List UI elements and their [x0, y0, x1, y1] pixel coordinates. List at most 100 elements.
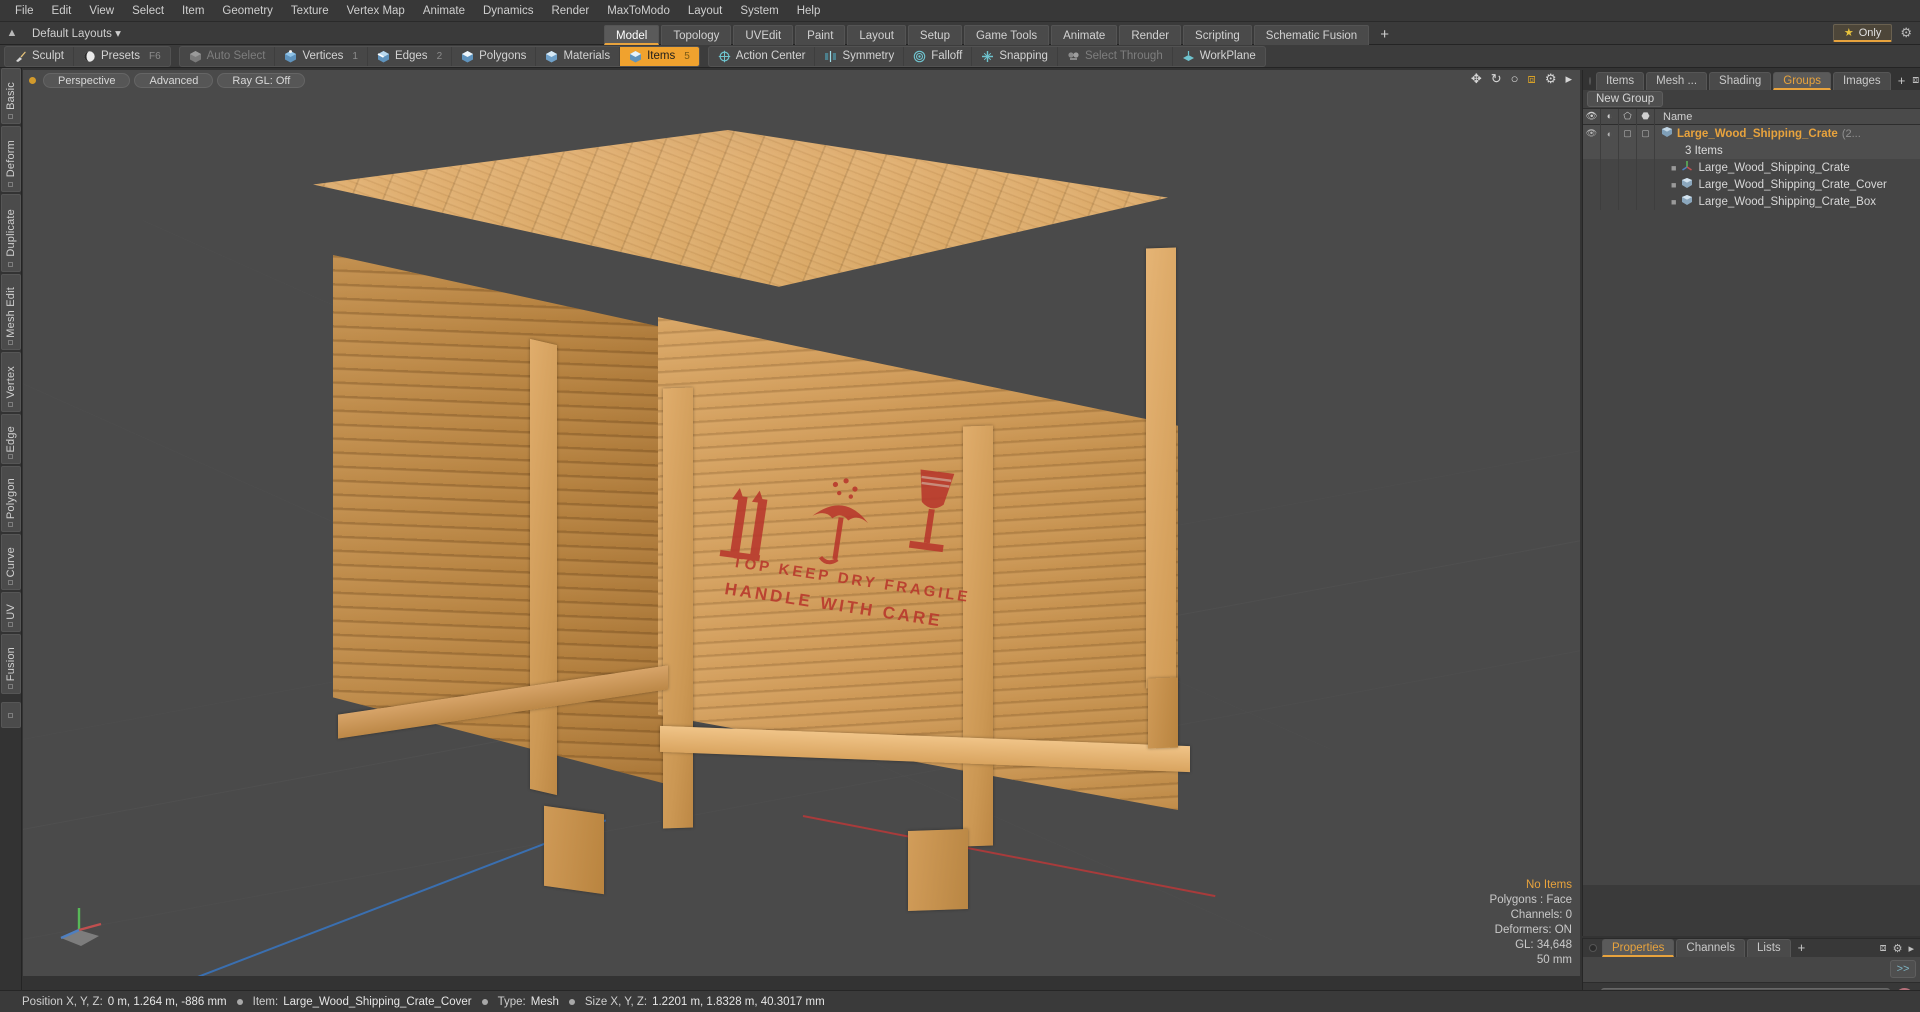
menu-item-edit[interactable]: Edit [43, 3, 81, 19]
group-row-name[interactable]: Large_Wood_Shipping_Crate (2... [1655, 126, 1861, 141]
menu-item-item[interactable]: Item [173, 3, 213, 19]
left-tab-curve[interactable]: Curve [1, 534, 21, 590]
expand-panel-icon[interactable]: ⧈ [1912, 74, 1919, 87]
menu-item-render[interactable]: Render [542, 3, 598, 19]
column-wire-icon[interactable]: ⬠ [1619, 108, 1637, 125]
axis-gizmo-icon[interactable] [53, 894, 113, 954]
materials-button[interactable]: Materials [536, 46, 621, 66]
panel-tab-items[interactable]: Items [1596, 72, 1645, 90]
menu-item-texture[interactable]: Texture [282, 3, 338, 19]
tab-layout[interactable]: Layout [847, 25, 906, 45]
panel-tab-mesh[interactable]: Mesh ... [1646, 72, 1708, 90]
edges-button[interactable]: Edges 2 [368, 46, 453, 66]
panel-tab-images[interactable]: Images [1832, 72, 1891, 90]
tab-paint[interactable]: Paint [795, 25, 846, 45]
left-tab-deform[interactable]: Deform [1, 126, 21, 192]
menu-item-file[interactable]: File [6, 3, 43, 19]
list-item[interactable]: ■ Large_Wood_Shipping_Crate_Box [1583, 193, 1920, 210]
menu-item-animate[interactable]: Animate [414, 3, 474, 19]
tab-uvedit[interactable]: UVEdit [733, 25, 794, 45]
polygons-button[interactable]: Polygons [452, 46, 537, 66]
tab-render[interactable]: Render [1119, 25, 1182, 45]
expand-panel-icon[interactable]: ⧈ [1880, 942, 1887, 955]
column-eye-icon[interactable]: 👁 [1583, 108, 1601, 125]
properties-add-tab-button[interactable]: + [1793, 939, 1811, 957]
add-tab-button[interactable]: + [1371, 25, 1398, 45]
list-item[interactable]: ■ Large_Wood_Shipping_Crate_Cover [1583, 176, 1920, 193]
fit-icon[interactable]: ⧈ [1528, 72, 1536, 85]
list-item[interactable]: ■ Large_Wood_Shipping_Crate [1583, 159, 1920, 176]
left-tab-mesh-edit[interactable]: Mesh Edit [1, 274, 21, 350]
group-tree[interactable]: 👁 ◐ ▢ ▢ Large_Wood_Shipping_Crate (2... … [1583, 125, 1920, 885]
viewport-raygl-toggle[interactable]: Ray GL: Off [217, 72, 306, 88]
select-through-button[interactable]: Select Through [1058, 46, 1173, 66]
menu-item-maxtomodo[interactable]: MaxToModo [598, 3, 679, 19]
table-row[interactable]: 👁 ◐ ▢ ▢ Large_Wood_Shipping_Crate (2... [1583, 125, 1920, 142]
only-button[interactable]: ★ Only [1832, 24, 1893, 42]
tab-topology[interactable]: Topology [661, 25, 732, 45]
default-layouts-dropdown[interactable]: Default Layouts ▾ [24, 26, 129, 40]
wood-shipping-crate-model[interactable]: TOP KEEP DRY FRAGILE HANDLE WITH CARE [308, 130, 1308, 912]
menu-item-layout[interactable]: Layout [679, 3, 732, 19]
new-group-button[interactable]: New Group [1587, 91, 1664, 107]
gear-icon[interactable]: ⚙ [1896, 25, 1916, 41]
chevron-right-icon[interactable]: ▸ [1908, 942, 1914, 955]
chevron-right-icon[interactable]: ▸ [1565, 72, 1572, 85]
menu-item-view[interactable]: View [80, 3, 123, 19]
tab-animate[interactable]: Animate [1051, 25, 1118, 45]
menu-item-help[interactable]: Help [788, 3, 830, 19]
panel-add-tab-button[interactable]: + [1893, 72, 1911, 90]
menu-item-dynamics[interactable]: Dynamics [474, 3, 542, 19]
left-tab-duplicate[interactable]: Duplicate [1, 194, 21, 272]
symmetry-button[interactable]: Symmetry [815, 46, 905, 66]
snapping-button[interactable]: Snapping [972, 46, 1058, 66]
panel-menu-dot-icon[interactable] [1589, 77, 1591, 85]
viewport-menu-dot-icon[interactable] [29, 76, 36, 84]
left-tab-basic[interactable]: Basic [1, 68, 21, 124]
menu-item-geometry[interactable]: Geometry [213, 3, 282, 19]
tab-lists[interactable]: Lists [1747, 939, 1791, 957]
items-button[interactable]: Items 5 [620, 46, 699, 66]
row-render-icon[interactable]: ◐ [1601, 125, 1619, 142]
auto-select-button[interactable]: Auto Select [180, 46, 276, 66]
tab-channels[interactable]: Channels [1676, 939, 1746, 957]
row-shade-icon[interactable]: ▢ [1637, 125, 1655, 142]
tab-game-tools[interactable]: Game Tools [963, 25, 1050, 45]
presets-button[interactable]: Presets F6 [74, 47, 170, 66]
row-wire-icon[interactable]: ▢ [1619, 125, 1637, 142]
left-tab-edge[interactable]: Edge [1, 414, 21, 464]
left-tab-more[interactable] [1, 702, 21, 728]
gear-icon[interactable]: ⚙ [1545, 72, 1557, 85]
action-center-button[interactable]: Action Center [709, 46, 816, 66]
tab-setup[interactable]: Setup [907, 25, 962, 45]
falloff-button[interactable]: Falloff [904, 46, 973, 66]
left-tab-fusion[interactable]: Fusion [1, 634, 21, 694]
menu-item-select[interactable]: Select [123, 3, 173, 19]
left-tab-polygon[interactable]: Polygon [1, 466, 21, 532]
pan-icon[interactable]: ✥ [1471, 72, 1482, 85]
left-tab-vertex[interactable]: Vertex [1, 352, 21, 412]
sculpt-button[interactable]: Sculpt [5, 46, 74, 66]
column-render-icon[interactable]: ◐ [1601, 108, 1619, 125]
tab-properties[interactable]: Properties [1602, 939, 1675, 957]
viewport-shading-mode[interactable]: Advanced [134, 72, 214, 88]
properties-menu-dot-icon[interactable] [1589, 944, 1597, 952]
panel-tab-groups[interactable]: Groups [1773, 72, 1831, 90]
panel-tab-shading[interactable]: Shading [1709, 72, 1772, 90]
properties-expand-button[interactable]: >> [1890, 960, 1916, 978]
gear-icon[interactable]: ⚙ [1893, 942, 1903, 955]
workplane-button[interactable]: WorkPlane [1173, 47, 1265, 66]
column-shade-icon[interactable]: ⬣ [1637, 108, 1655, 125]
menu-item-system[interactable]: System [731, 3, 787, 19]
viewport-view-mode[interactable]: Perspective [43, 72, 131, 88]
rotate-icon[interactable]: ↻ [1491, 72, 1502, 85]
vertices-button[interactable]: Vertices 1 [275, 46, 368, 66]
row-eye-icon[interactable]: 👁 [1583, 125, 1601, 142]
tab-model[interactable]: Model [604, 25, 660, 45]
tab-schematic-fusion[interactable]: Schematic Fusion [1253, 25, 1370, 45]
zoom-icon[interactable]: ○ [1511, 72, 1519, 85]
home-icon[interactable]: ▲ [0, 27, 24, 39]
menu-item-vertex-map[interactable]: Vertex Map [338, 3, 414, 19]
left-tab-uv[interactable]: UV [1, 592, 21, 632]
tab-scripting[interactable]: Scripting [1183, 25, 1252, 45]
